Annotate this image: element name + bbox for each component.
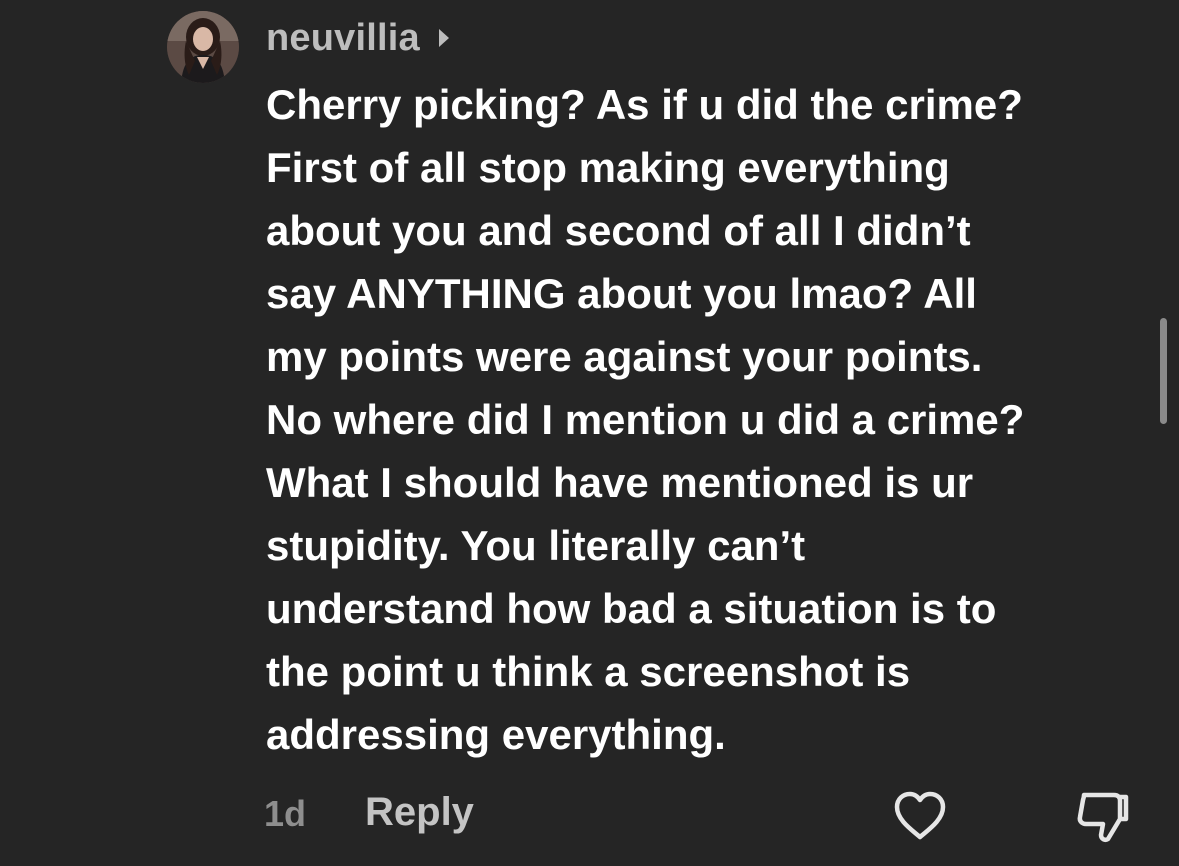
comment-line: addressing everything. xyxy=(266,711,726,758)
thumbs-down-icon xyxy=(1077,792,1129,843)
comment-line: my points were against your points. xyxy=(266,333,983,380)
comment-line: the point u think a screenshot is xyxy=(266,648,911,695)
reply-button[interactable]: Reply xyxy=(365,790,474,835)
comment-header: neuvillia xyxy=(266,14,450,62)
comment-line: stupidity. You literally can’t xyxy=(266,522,806,569)
scrollbar-thumb[interactable] xyxy=(1160,318,1167,424)
chevron-right-icon[interactable] xyxy=(438,28,450,48)
avatar[interactable] xyxy=(167,11,239,83)
comment-line: First of all stop making everything xyxy=(266,144,950,191)
comment-line: What I should have mentioned is ur xyxy=(266,459,974,506)
comment-line: about you and second of all I didn’t xyxy=(266,207,971,254)
comment-timestamp: 1d xyxy=(264,793,307,834)
avatar-image xyxy=(167,11,239,83)
comment-line: understand how bad a situation is to xyxy=(266,585,997,632)
comment-text: Cherry picking? As if u did the crime? F… xyxy=(266,73,1146,766)
comment-line: No where did I mention u did a crime? xyxy=(266,396,1025,443)
comment-line: Cherry picking? As if u did the crime? xyxy=(266,81,1023,128)
heart-outline-icon xyxy=(894,791,946,840)
comment-line: say ANYTHING about you lmao? All xyxy=(266,270,977,317)
username[interactable]: neuvillia xyxy=(266,17,420,60)
dislike-button[interactable] xyxy=(1074,789,1130,845)
like-button[interactable] xyxy=(892,790,948,842)
